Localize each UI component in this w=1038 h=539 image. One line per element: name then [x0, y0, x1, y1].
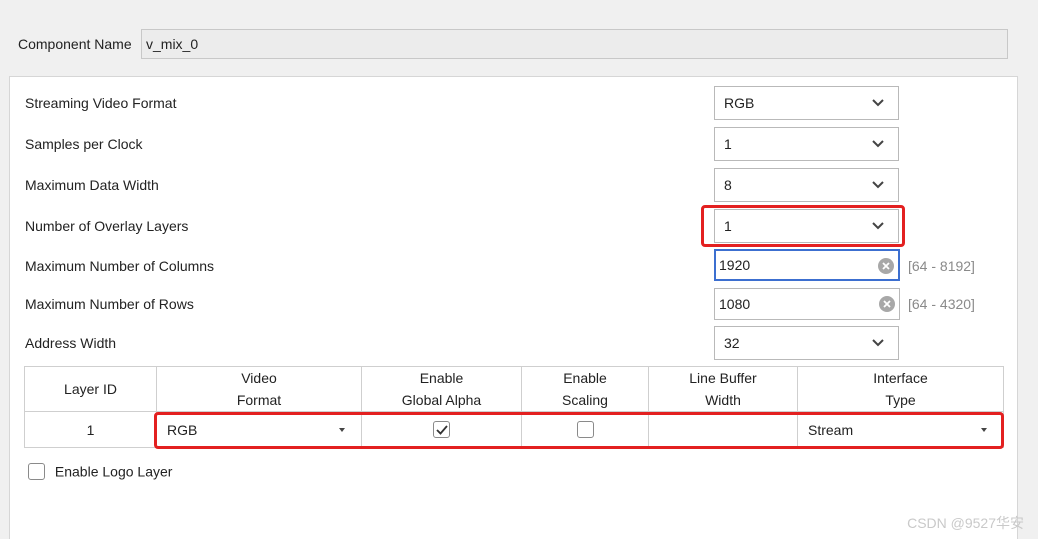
samples-per-clock-value: 1 — [724, 136, 732, 152]
layer-row-highlight — [154, 412, 1004, 449]
max-data-width-dropdown[interactable]: 8 — [714, 168, 899, 202]
header-line-buffer: Line Buffer Width — [648, 366, 798, 412]
logo-layer-option[interactable]: Enable Logo Layer — [28, 462, 172, 480]
layer-id-cell: 1 — [24, 411, 157, 448]
header-layer-id: Layer ID — [24, 366, 157, 412]
max-rows-label: Maximum Number of Rows — [25, 296, 194, 312]
max-columns-input[interactable]: 1920 — [714, 249, 900, 281]
max-data-width-value: 8 — [724, 177, 732, 193]
clear-icon[interactable] — [878, 258, 894, 274]
clear-icon[interactable] — [879, 296, 895, 312]
header-scaling: Enable Scaling — [521, 366, 649, 412]
address-width-value: 32 — [724, 335, 740, 351]
watermark: CSDN @9527华安 — [907, 515, 1024, 531]
header-global-alpha: Enable Global Alpha — [361, 366, 522, 412]
streaming-video-format-value: RGB — [724, 95, 755, 111]
component-name-input[interactable]: v_mix_0 — [141, 29, 1008, 59]
max-rows-value: 1080 — [719, 296, 751, 312]
max-data-width-label: Maximum Data Width — [25, 177, 159, 193]
max-columns-label: Maximum Number of Columns — [25, 258, 215, 274]
header-video-format: Video Format — [156, 366, 362, 412]
samples-per-clock-dropdown[interactable]: 1 — [714, 127, 899, 161]
max-rows-range: [64 - 4320] — [908, 296, 975, 312]
logo-layer-label: Enable Logo Layer — [54, 463, 173, 480]
address-width-dropdown[interactable]: 32 — [714, 326, 899, 360]
max-columns-value: 1920 — [719, 257, 751, 273]
samples-per-clock-label: Samples per Clock — [25, 136, 143, 152]
header-interface-type: Interface Type — [797, 366, 1004, 412]
overlay-layers-highlight — [701, 205, 905, 247]
chevron-down-icon — [872, 339, 884, 347]
component-name-label: Component Name — [18, 36, 132, 52]
chevron-down-icon — [872, 99, 884, 107]
streaming-video-format-label: Streaming Video Format — [25, 95, 177, 111]
chevron-down-icon — [872, 181, 884, 189]
num-overlay-layers-label: Number of Overlay Layers — [25, 218, 189, 234]
max-rows-input[interactable]: 1080 — [714, 288, 900, 320]
chevron-down-icon — [872, 140, 884, 148]
layer-table-header: Layer ID Video Format Enable Global Alpha … — [24, 366, 1004, 412]
logo-layer-checkbox[interactable] — [28, 462, 45, 480]
max-columns-range: [64 - 8192] — [908, 258, 975, 274]
streaming-video-format-dropdown[interactable]: RGB — [714, 86, 899, 120]
address-width-label: Address Width — [25, 335, 117, 351]
